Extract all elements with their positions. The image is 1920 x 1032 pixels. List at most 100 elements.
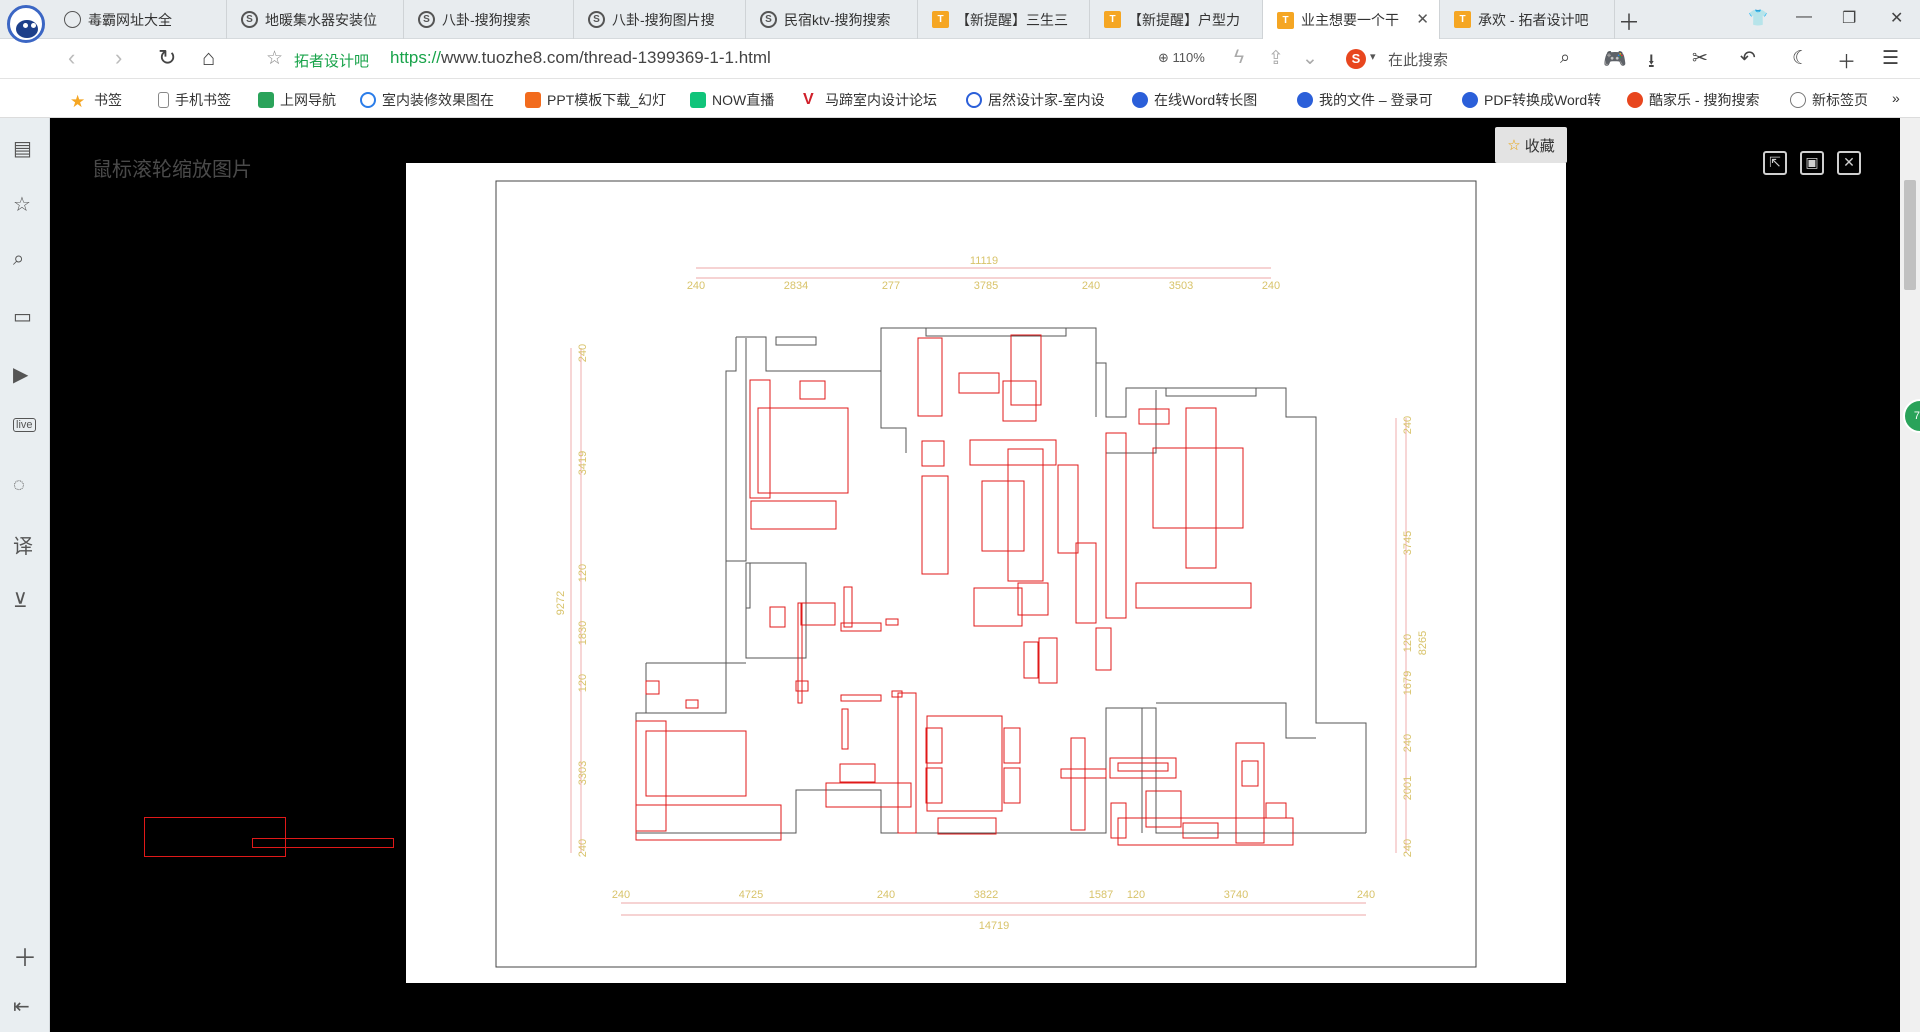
close-viewer-icon[interactable]: ✕ [1837, 151, 1861, 175]
fit-window-icon[interactable]: ▣ [1800, 151, 1824, 175]
dimension-label: 8265 [1417, 631, 1429, 655]
shirt-skin-icon[interactable]: 👕 [1748, 8, 1768, 28]
chat-icon[interactable]: ◌ [13, 474, 25, 497]
dimension-label: 11119 [970, 255, 998, 267]
add-icon[interactable]: ＋ [1837, 47, 1856, 74]
tab-5[interactable]: T 【新提醒】三生三 [918, 0, 1090, 39]
dimension-label: 3503 [1169, 280, 1193, 292]
bookmark-item[interactable]: 居然设计家-室内设 [966, 90, 1105, 110]
tab-2[interactable]: S 八卦-搜狗搜索 [404, 0, 574, 39]
floor-plan-image[interactable]: 11119 240 2834 277 3785 240 3503 240 14719 240 472… [406, 163, 1566, 983]
url-field[interactable]: https://www.tuozhe8.com/thread-1399369-1… [390, 48, 771, 68]
lightning-icon[interactable]: ϟ [1234, 47, 1244, 69]
dimension-label: 240 [1262, 280, 1280, 292]
tab-7-active[interactable]: T 业主想要一个干 ✕ [1263, 0, 1440, 40]
bookmark-item[interactable]: 我的文件 – 登录可 [1297, 90, 1433, 110]
bookmark-star-icon[interactable]: ☆ [266, 47, 283, 70]
tab-6[interactable]: T 【新提醒】户型力 [1090, 0, 1263, 39]
bookmark-item[interactable]: PDF转换成Word转 [1462, 90, 1601, 110]
image-viewer: 鼠标滚轮缩放图片 11119 240 2834 277 3785 240 350… [50, 118, 1920, 1032]
dimension-label: 240 [612, 889, 630, 901]
ppt-icon [525, 92, 541, 108]
add-sidebar-icon[interactable]: ＋ [13, 938, 37, 973]
close-window-icon[interactable]: ✕ [1890, 8, 1903, 28]
bookmark-item[interactable]: 上网导航 [258, 90, 336, 110]
tuozhe-icon: T [1104, 11, 1121, 28]
dimension-label: 240 [1357, 889, 1375, 901]
page-scrollbar[interactable] [1900, 118, 1920, 1032]
new-tab-icon[interactable]: ＋ [1618, 5, 1640, 37]
open-external-icon[interactable]: ⇱ [1763, 151, 1787, 175]
collapse-sidebar-icon[interactable]: ⇤ [13, 994, 30, 1019]
live-icon[interactable]: live [13, 418, 36, 432]
dimension-label: 14719 [979, 920, 1010, 932]
ie-icon [1132, 92, 1148, 108]
dimension-label: 120 [577, 564, 589, 582]
search-box[interactable]: S ▾ 在此搜索 ⌕ [1346, 44, 1582, 74]
furniture [635, 334, 1294, 846]
home-icon[interactable]: ⌂ [202, 45, 215, 71]
night-mode-icon[interactable]: ☾ [1792, 47, 1809, 70]
dimension-label: 1830 [577, 621, 589, 645]
game-controller-icon[interactable]: 🎮 [1603, 47, 1627, 71]
search-icon[interactable]: ⌕ [1560, 47, 1570, 68]
sogou-search-icon[interactable]: S [1346, 49, 1366, 69]
news-icon[interactable]: ▤ [13, 136, 32, 161]
bookmark-item[interactable]: NOW直播 [690, 90, 774, 110]
undo-icon[interactable]: ↶ [1740, 47, 1756, 70]
tab-8[interactable]: T 承欢 - 拓者设计吧 [1440, 0, 1615, 39]
zoom-hint: 鼠标滚轮缩放图片 [92, 159, 252, 181]
dimension-label: 120 [1402, 634, 1414, 652]
dimension-label: 1679 [1402, 671, 1414, 695]
share-icon[interactable]: ⇪ [1268, 47, 1284, 70]
translate-icon[interactable]: 译 [13, 530, 33, 559]
restore-icon[interactable]: ❐ [1842, 8, 1856, 28]
tab-1[interactable]: S 地暖集水器安装位 [227, 0, 404, 39]
search-icon[interactable]: ⌕ [13, 248, 24, 271]
mati-v-icon: V [803, 91, 814, 108]
chevron-down-icon[interactable]: ⌄ [1302, 47, 1318, 70]
engine-dropdown-icon[interactable]: ▾ [1370, 50, 1376, 63]
tuozhe-icon: T [1277, 11, 1294, 29]
tab-0[interactable]: 毒霸网址大全 [50, 0, 227, 39]
zoom-level[interactable]: ⊕ 110% [1158, 50, 1205, 66]
tab-3[interactable]: S 八卦-搜狗图片搜 [574, 0, 746, 39]
back-icon[interactable]: ‹ [68, 45, 75, 71]
favorites-star-icon[interactable]: ☆ [13, 192, 31, 217]
bookmark-item[interactable]: 新标签页 [1790, 90, 1868, 110]
globe-icon [1790, 92, 1806, 108]
video-icon[interactable]: ▶ [13, 362, 28, 387]
book-icon[interactable]: ▭ [13, 304, 32, 329]
zoom-icon: ⊕ [1158, 50, 1173, 65]
search-input[interactable]: 在此搜索 [1388, 49, 1448, 70]
bookmark-item[interactable]: ★ 书签 [70, 90, 122, 111]
bookmark-item[interactable]: PPT模板下载_幻灯 [525, 90, 666, 110]
minimize-icon[interactable]: — [1796, 8, 1812, 26]
download-icon[interactable]: ⭳ [1648, 47, 1655, 79]
bookmark-item[interactable]: V 马蹄室内设计论坛 [803, 90, 937, 110]
dimension-label: 2001 [1402, 776, 1414, 800]
forward-icon[interactable]: › [115, 45, 122, 71]
refresh-icon[interactable]: ↻ [158, 45, 176, 71]
favorite-button[interactable]: ☆ 收藏 [1495, 127, 1567, 163]
scrollbar-thumb[interactable] [1904, 180, 1916, 290]
dimension-label: 4725 [739, 889, 763, 901]
more-bookmarks-icon[interactable]: » [1892, 90, 1900, 106]
now-live-icon [690, 92, 706, 108]
dimension-label: 3419 [577, 451, 589, 475]
scissors-icon[interactable]: ✂ [1692, 47, 1708, 70]
browser-logo-icon[interactable] [7, 5, 45, 43]
menu-icon[interactable]: ☰ [1882, 47, 1899, 70]
dimension-label: 120 [577, 674, 589, 692]
tuozhe-icon: T [1454, 11, 1471, 28]
bookmark-item[interactable]: 在线Word转长图 [1132, 90, 1257, 110]
ie-icon [1297, 92, 1313, 108]
bookmark-item[interactable]: 室内装修效果图在 [360, 90, 494, 110]
dimension-label: 240 [687, 280, 705, 292]
cart-icon[interactable]: ⊻ [13, 588, 28, 613]
close-tab-icon[interactable]: ✕ [1416, 10, 1429, 28]
tab-4[interactable]: S 民宿ktv-搜狗搜索 [746, 0, 918, 39]
bookmark-item[interactable]: 酷家乐 - 搜狗搜索 [1627, 90, 1759, 110]
bookmark-item[interactable]: 手机书签 [158, 90, 231, 110]
dimension-label: 3822 [974, 889, 998, 901]
